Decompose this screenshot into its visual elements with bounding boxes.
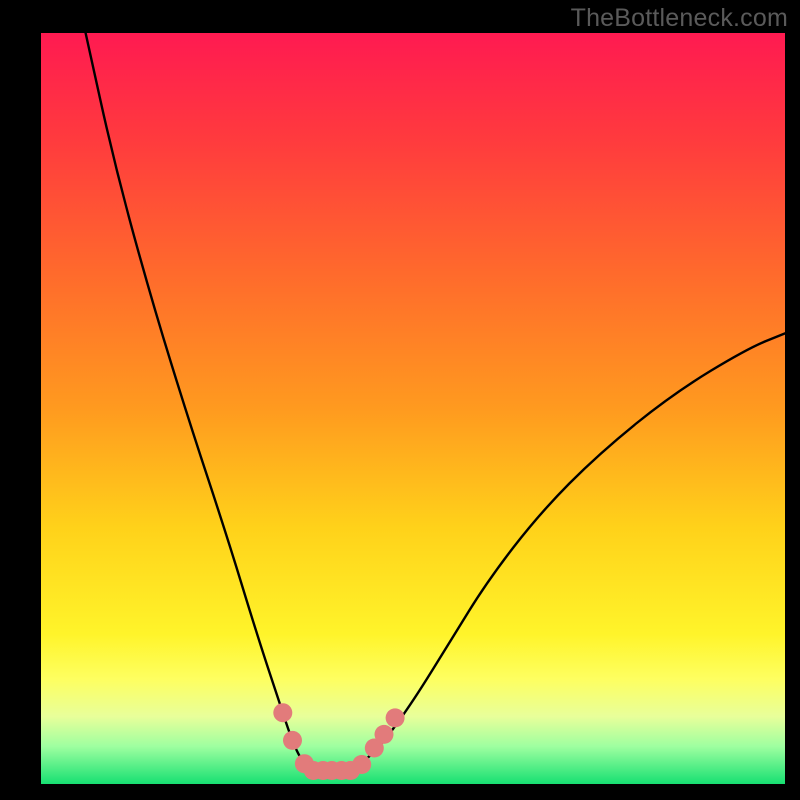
watermark-text: TheBottleneck.com: [571, 4, 788, 33]
chart-frame: TheBottleneck.com: [0, 0, 800, 800]
plot-gradient-area: [41, 33, 785, 784]
